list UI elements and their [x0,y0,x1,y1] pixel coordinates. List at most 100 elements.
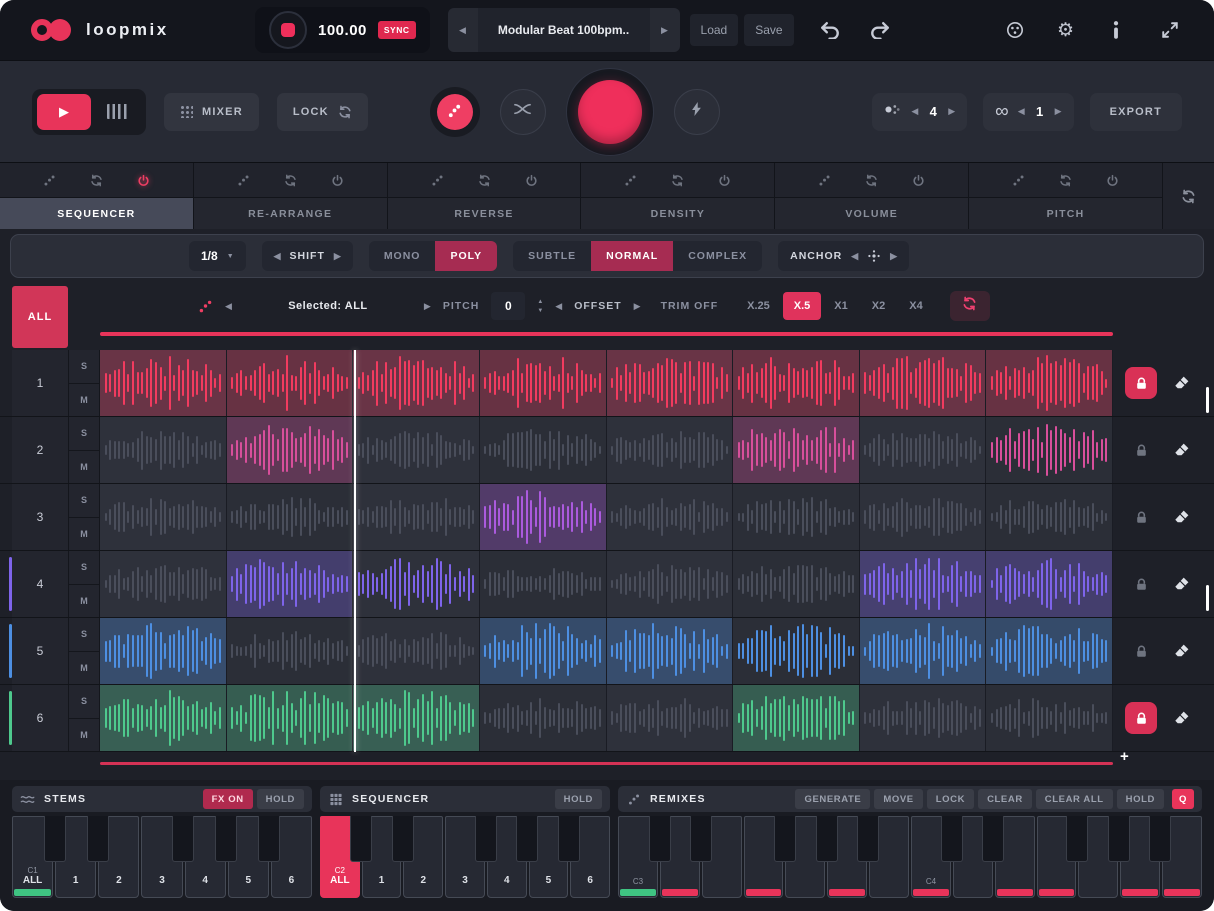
wave-cell[interactable] [480,685,607,751]
row-rotate-button[interactable] [950,291,990,321]
trigger-fx-button[interactable] [674,89,720,135]
rate-dropdown[interactable]: 1/8 ▼ [189,241,246,271]
pitch-value[interactable]: 0 [491,292,525,320]
wave-cell[interactable] [860,551,987,617]
shift-right-button[interactable]: ▶ [334,251,341,262]
bpm-display[interactable]: 100.00 [318,22,367,39]
remix-generate-button[interactable]: GENERATE [795,789,870,809]
tab-reverse[interactable]: REVERSE [388,197,581,229]
anchor-right-button[interactable]: ▶ [890,251,897,262]
lock-button[interactable] [1125,501,1157,533]
lock-button[interactable]: LOCK [277,93,368,131]
offset-left-button[interactable]: ◀ [555,301,562,312]
piano-black-key[interactable] [258,816,280,862]
wave-cell[interactable] [353,551,480,617]
complexity-subtle[interactable]: SUBTLE [513,241,591,271]
tab-sequencer[interactable]: SEQUENCER [0,197,193,229]
track-number[interactable]: 5 [12,618,68,684]
power-icon[interactable] [525,174,538,187]
tabs-sync-icon[interactable] [1163,163,1214,229]
wave-cell[interactable] [353,685,480,751]
wave-cell[interactable] [733,484,860,550]
remix-move-button[interactable]: MOVE [874,789,922,809]
info-icon[interactable] [1104,19,1128,41]
wave-cell[interactable] [733,551,860,617]
wave-cell[interactable] [733,350,860,416]
piano-black-key[interactable] [774,816,796,862]
fx-on-button[interactable]: FX ON [203,789,253,809]
wave-cell[interactable] [353,484,480,550]
piano-black-key[interactable] [649,816,671,862]
scroll-indicator[interactable] [1206,387,1209,413]
wave-cell[interactable] [480,350,607,416]
piano-black-key[interactable] [982,816,1004,862]
track-number[interactable]: 1 [12,350,68,416]
solo-button[interactable]: S [69,417,99,451]
voice-mode-poly[interactable]: POLY [435,241,497,271]
wave-cell[interactable] [860,417,987,483]
power-icon[interactable] [912,174,925,187]
eraser-button[interactable] [1173,709,1191,727]
sync-icon[interactable] [671,174,684,187]
remix-clear-button[interactable]: CLEAR [978,789,1032,809]
piano-black-key[interactable] [172,816,194,862]
speed-x2[interactable]: X2 [861,292,896,320]
selected-prev-button[interactable]: ◀ [225,301,232,312]
offset-right-button[interactable]: ▶ [634,301,641,312]
piano-black-key[interactable] [44,816,66,862]
sync-icon[interactable] [90,174,103,187]
mute-button[interactable]: M [69,652,99,685]
loop-next-button[interactable]: ▶ [1055,106,1062,117]
piano-black-key[interactable] [215,816,237,862]
track-number[interactable]: 6 [12,685,68,751]
wave-cell[interactable] [227,484,354,550]
wave-cell[interactable] [227,551,354,617]
wave-cell[interactable] [353,417,480,483]
load-button[interactable]: Load [690,14,739,46]
speed-x-5[interactable]: X.5 [783,292,822,320]
export-button[interactable]: EXPORT [1090,93,1182,131]
wave-cell[interactable] [860,484,987,550]
wave-cell[interactable] [607,685,734,751]
play-button[interactable]: ▶ [37,94,91,130]
tab-density[interactable]: DENSITY [581,197,774,229]
lock-button[interactable] [1125,434,1157,466]
eraser-button[interactable] [1173,642,1191,660]
preset-name[interactable]: Modular Beat 100bpm.. [478,8,650,52]
anchor-left-button[interactable]: ◀ [851,251,858,262]
power-icon[interactable] [331,174,344,187]
wave-cell[interactable] [986,551,1113,617]
wave-cell[interactable] [100,618,227,684]
complexity-normal[interactable]: NORMAL [591,241,673,271]
keyboard-mode-button[interactable] [95,94,141,130]
solo-button[interactable]: S [69,685,99,719]
lock-button[interactable] [1125,568,1157,600]
pitch-stepper[interactable]: ▲ ▼ [537,299,543,314]
wave-cell[interactable] [607,417,734,483]
solo-button[interactable]: S [69,350,99,384]
track-number[interactable]: 4 [12,551,68,617]
wave-cell[interactable] [480,417,607,483]
pattern-next-button[interactable]: ▶ [948,106,955,117]
select-all-rows-button[interactable]: ALL [12,286,68,348]
randomizer-ball-icon[interactable] [1003,19,1027,41]
mute-button[interactable]: M [69,384,99,417]
wave-cell[interactable] [986,350,1113,416]
track-number[interactable]: 3 [12,484,68,550]
wave-cell[interactable] [986,484,1113,550]
wave-cell[interactable] [986,685,1113,751]
piano-black-key[interactable] [1066,816,1088,862]
solo-button[interactable]: S [69,484,99,518]
piano-black-key[interactable] [392,816,414,862]
sync-icon[interactable] [284,174,297,187]
row-dice-icon[interactable] [198,299,213,314]
voice-mode-mono[interactable]: MONO [369,241,436,271]
piano-black-key[interactable] [516,816,538,862]
speed-x-25[interactable]: X.25 [736,292,781,320]
sync-icon[interactable] [865,174,878,187]
piano-black-key[interactable] [941,816,963,862]
dice-icon[interactable] [431,174,444,187]
eraser-button[interactable] [1173,441,1191,459]
track-number[interactable]: 2 [12,417,68,483]
dice-icon[interactable] [1012,174,1025,187]
